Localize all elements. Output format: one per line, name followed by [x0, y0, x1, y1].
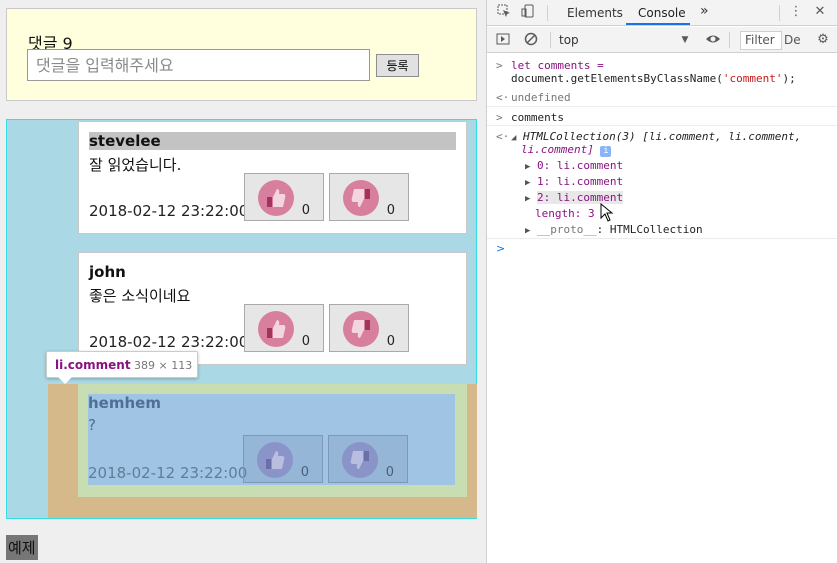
inspect-element-icon[interactable] — [496, 4, 512, 20]
code-text: ); — [782, 72, 796, 85]
comment-time: 2018-02-12 23:22:00 — [89, 202, 249, 220]
console-divider — [487, 125, 837, 126]
comment-item: john 좋은 소식이네요 2018-02-12 23:22:00 0 0 — [78, 252, 467, 365]
tooltip-tag: li.comment — [55, 358, 131, 372]
tab-console[interactable]: Console — [638, 6, 686, 20]
console-toolbar: top ▼ Filter De ⚙ — [487, 27, 837, 53]
dislike-count: 0 — [386, 334, 395, 349]
item-label: 1: li.comment — [537, 175, 624, 188]
expand-triangle-icon[interactable]: ▶ — [525, 162, 530, 172]
like-button[interactable]: 0 — [244, 173, 324, 221]
thumbs-up-icon — [258, 311, 294, 347]
expand-triangle-icon[interactable]: ◢ — [511, 133, 516, 143]
example-label: 예제 — [6, 535, 38, 560]
comment-form: 댓글 9 등록 — [6, 8, 477, 101]
expand-triangle-icon[interactable]: ▶ — [525, 194, 530, 204]
toolbar-divider — [779, 5, 780, 21]
comment-time: 2018-02-12 23:22:00 — [88, 464, 248, 482]
code-string: 'comment' — [722, 72, 783, 85]
comment-author: stevelee — [89, 132, 456, 150]
comment-author: john — [89, 263, 126, 281]
filter-input[interactable]: Filter — [740, 31, 782, 50]
toolbar-divider — [547, 5, 548, 21]
like-count: 0 — [301, 203, 310, 218]
like-count: 0 — [301, 334, 310, 349]
gear-icon[interactable]: ⚙ — [815, 32, 831, 48]
thumbs-down-icon — [343, 311, 379, 347]
collection-summary: li.comment] — [521, 143, 594, 156]
thumbs-up-icon — [257, 442, 293, 478]
like-count: 0 — [300, 465, 309, 480]
more-options-icon[interactable]: ⋮ — [788, 4, 804, 20]
active-tab-indicator — [626, 23, 690, 25]
expand-triangle-icon[interactable]: ▶ — [525, 226, 530, 236]
clear-console-icon[interactable] — [523, 32, 539, 48]
comment-item: stevelee 잘 읽었습니다. 2018-02-12 23:22:00 0 … — [78, 121, 467, 234]
info-icon: i — [600, 146, 612, 157]
tab-elements[interactable]: Elements — [567, 6, 623, 20]
mouse-cursor-icon — [600, 203, 614, 222]
device-toolbar-icon[interactable] — [520, 4, 536, 20]
proto-value: : HTMLCollection — [596, 223, 703, 236]
code-text: document.getElementsByClassName( — [511, 72, 723, 85]
comment-list: stevelee 잘 읽었습니다. 2018-02-12 23:22:00 0 … — [6, 119, 477, 519]
comment-author: hemhem — [88, 394, 161, 412]
dislike-count: 0 — [386, 203, 395, 218]
like-button[interactable]: 0 — [244, 304, 324, 352]
submit-button[interactable]: 등록 — [376, 54, 419, 77]
tooltip-arrow — [58, 377, 72, 384]
code-text: comments — [511, 111, 564, 124]
code-text: let comments = — [511, 59, 604, 72]
page-viewport: 댓글 9 등록 stevelee 잘 읽었습니다. 2018-02-12 23:… — [0, 0, 486, 563]
thumbs-down-icon — [342, 442, 378, 478]
tooltip-size: 389 × 113 — [134, 359, 193, 372]
prompt-icon: > — [496, 111, 503, 124]
comment-item: hemhem ? 2018-02-12 23:22:00 0 0 — [78, 384, 467, 497]
thumbs-up-icon — [258, 180, 294, 216]
dislike-count: 0 — [385, 465, 394, 480]
devtools-tabbar: Elements Console » ⋮ ✕ — [487, 0, 837, 26]
comment-body: ? — [88, 416, 96, 434]
proto-key: __proto__ — [537, 223, 597, 236]
result-arrow-icon: <· — [496, 91, 510, 104]
more-tabs-button[interactable]: » — [700, 3, 709, 19]
item-label: 0: li.comment — [537, 159, 624, 172]
dislike-button[interactable]: 0 — [329, 173, 409, 221]
toolbar-divider — [729, 32, 730, 48]
comment-time: 2018-02-12 23:22:00 — [89, 333, 249, 351]
eye-icon[interactable] — [705, 32, 721, 48]
toolbar-divider — [550, 32, 551, 48]
expand-triangle-icon[interactable]: ▶ — [525, 178, 530, 188]
dislike-button[interactable]: 0 — [328, 435, 408, 483]
result-arrow-icon: <· — [496, 130, 510, 143]
length-label: length: 3 — [535, 207, 595, 220]
dropdown-arrow-icon[interactable]: ▼ — [677, 32, 693, 48]
like-button[interactable]: 0 — [243, 435, 323, 483]
devtools-panel: Elements Console » ⋮ ✕ top ▼ Filter De ⚙… — [486, 0, 837, 563]
collection-summary: HTMLCollection(3) [li.comment, li.commen… — [523, 130, 802, 143]
comment-body: 잘 읽었습니다. — [89, 156, 182, 174]
context-selector[interactable]: top — [559, 33, 579, 47]
result-value: undefined — [511, 91, 571, 104]
console-prompt-caret[interactable]: > — [496, 242, 505, 255]
thumbs-down-icon — [343, 180, 379, 216]
console-divider — [487, 106, 837, 107]
close-icon[interactable]: ✕ — [812, 4, 828, 20]
dislike-button[interactable]: 0 — [329, 304, 409, 352]
comment-input[interactable] — [27, 49, 370, 81]
sidebar-toggle-icon[interactable] — [495, 32, 511, 48]
console-divider — [487, 238, 837, 239]
log-levels-selector[interactable]: De — [784, 33, 801, 47]
prompt-icon: > — [496, 59, 503, 72]
comment-body: 좋은 소식이네요 — [89, 287, 191, 305]
inspect-tooltip: li.comment 389 × 113 — [46, 351, 198, 378]
